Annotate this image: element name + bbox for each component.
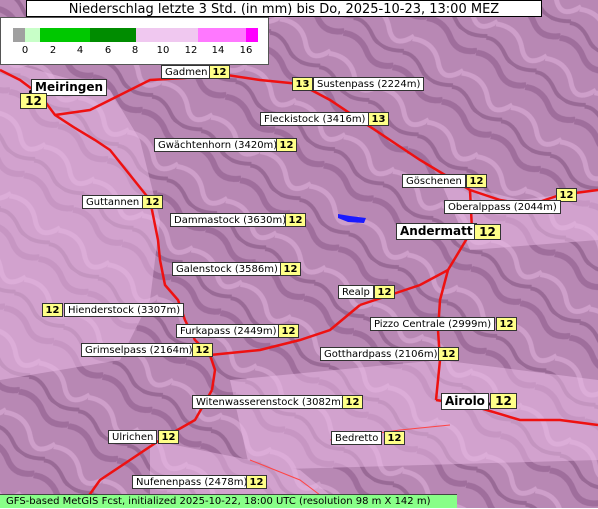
- place-label-dammastock: Dammastock (3630m): [170, 213, 291, 227]
- place-value-ulrichen: 12: [158, 430, 179, 444]
- legend-tick: 16: [239, 45, 253, 56]
- map-title: Niederschlag letzte 3 Std. (in mm) bis D…: [26, 0, 542, 17]
- place-label-gadmen: Gadmen: [161, 65, 212, 79]
- place-value-dammastock: 12: [285, 213, 306, 227]
- place-value-gwaechtenhorn: 12: [276, 138, 297, 152]
- place-value-airolo: 12: [490, 393, 517, 409]
- place-value-hienderstock: 12: [42, 303, 63, 317]
- place-value-fleckistock: 13: [368, 112, 389, 126]
- place-value-bedretto: 12: [384, 431, 405, 445]
- place-value-gotthardpass: 12: [438, 347, 459, 361]
- legend-seg-1-4: [40, 28, 90, 42]
- place-label-sustenpass: Sustenpass (2224m): [313, 77, 425, 91]
- place-label-realp: Realp: [338, 285, 374, 299]
- place-label-gwaechtenhorn: Gwächtenhorn (3420m): [154, 138, 282, 152]
- place-value-furkapass: 12: [278, 324, 299, 338]
- place-label-nufenenpass: Nufenenpass (2478m): [132, 475, 252, 489]
- place-label-grimselpass: Grimselpass (2164m): [81, 343, 197, 357]
- legend-seg-4-8: [90, 28, 136, 42]
- place-label-oberalppass: Oberalppass (2044m): [444, 200, 561, 214]
- place-value-guttannen: 12: [142, 195, 163, 209]
- place-value-goeschenen: 12: [466, 174, 487, 188]
- legend-seg-12-16: [198, 28, 246, 42]
- place-label-airolo: Airolo: [441, 393, 489, 410]
- place-value-gadmen: 12: [209, 65, 230, 79]
- place-value-grimselpass: 12: [192, 343, 213, 357]
- legend-tick: 14: [211, 45, 225, 56]
- place-value-andermatt: 12: [474, 224, 501, 240]
- place-label-goeschenen: Göschenen: [402, 174, 466, 188]
- place-label-andermatt: Andermatt: [396, 223, 477, 240]
- legend-tick: 10: [156, 45, 170, 56]
- place-label-galenstock: Galenstock (3586m): [172, 262, 282, 276]
- place-label-guttannen: Guttannen: [82, 195, 144, 209]
- legend-tick: 2: [49, 45, 57, 56]
- place-label-furkapass: Furkapass (2449m): [176, 324, 281, 338]
- legend-colorbar: [13, 28, 258, 42]
- legend-tick: 12: [184, 45, 198, 56]
- legend-tick: 8: [131, 45, 139, 56]
- place-value-pizzo-centrale: 12: [496, 317, 517, 331]
- place-label-witenwasserenstock: Witenwasserenstock (3082m): [192, 395, 349, 409]
- place-label-gotthardpass: Gotthardpass (2106m): [320, 347, 442, 361]
- place-label-pizzo-centrale: Pizzo Centrale (2999m): [370, 317, 496, 331]
- legend-seg-16plus: [246, 28, 258, 42]
- place-label-fleckistock: Fleckistock (3416m): [260, 112, 370, 126]
- place-label-bedretto: Bedretto: [331, 431, 383, 445]
- precip-legend: 0 2 4 6 8 10 12 14 16: [0, 17, 269, 65]
- place-value-nufenenpass: 12: [246, 475, 267, 489]
- place-label-ulrichen: Ulrichen: [108, 430, 158, 444]
- place-value-meiringen: 12: [20, 93, 47, 109]
- place-value-sustenpass: 13: [292, 77, 313, 91]
- place-value-realp: 12: [374, 285, 395, 299]
- legend-seg-nodata: [13, 28, 25, 42]
- legend-tick: 4: [76, 45, 84, 56]
- place-value-witenwasserenstock: 12: [342, 395, 363, 409]
- legend-tick: 6: [104, 45, 112, 56]
- place-label-hienderstock: Hienderstock (3307m): [64, 303, 185, 317]
- legend-seg-8-12: [136, 28, 198, 42]
- place-value-galenstock: 12: [280, 262, 301, 276]
- legend-seg-0-1: [25, 28, 40, 42]
- legend-tick: 0: [21, 45, 29, 56]
- forecast-footer: GFS-based MetGIS Fcst, initialized 2025-…: [0, 494, 457, 508]
